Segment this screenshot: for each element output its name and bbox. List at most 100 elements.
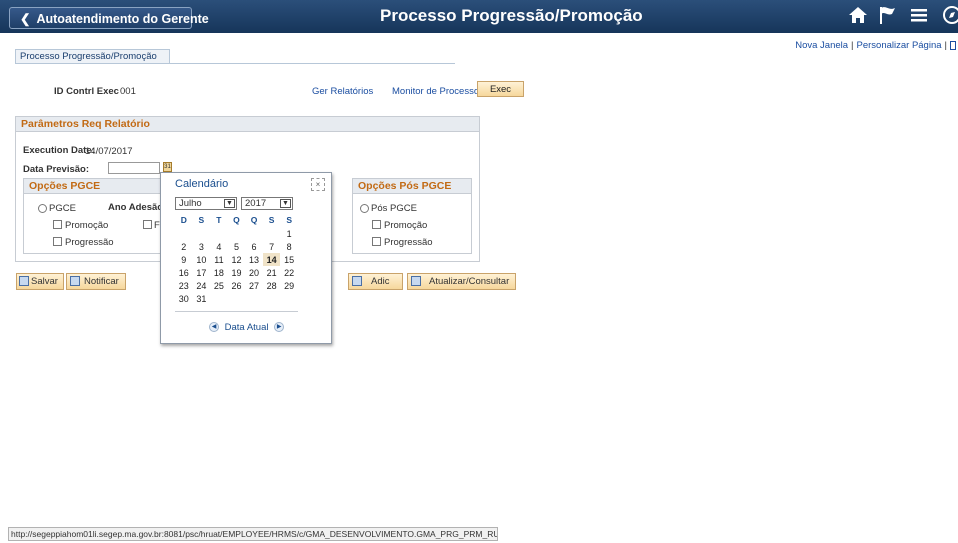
calendar-day[interactable]: 4 <box>210 240 228 253</box>
run-control-id-label: ID Contrl Exec <box>54 86 119 97</box>
calendar-day[interactable]: 19 <box>228 266 246 279</box>
calendar-day[interactable]: 21 <box>263 266 281 279</box>
pos-pgce-promocao-label: Promoção <box>384 220 428 231</box>
calendar-day[interactable]: 30 <box>175 292 193 305</box>
pos-pgce-radio[interactable] <box>360 204 369 213</box>
year-select-value: 2017 <box>245 198 267 209</box>
pgce-radio-label: PGCE <box>49 203 76 214</box>
atualizar-label: Atualizar/Consultar <box>429 276 510 287</box>
weekday-header: Q <box>250 215 258 225</box>
calendar-day[interactable]: 12 <box>228 253 246 266</box>
compass-icon[interactable] <box>942 5 958 31</box>
exec-button[interactable]: Exec <box>477 81 524 97</box>
tab-processo-progressao[interactable]: Processo Progressão/Promoção <box>15 49 170 63</box>
calendar-day[interactable]: 28 <box>263 279 281 292</box>
pgce-promocao-checkbox[interactable] <box>53 220 62 229</box>
data-atual-link[interactable]: Data Atual <box>225 322 269 333</box>
calendar-popup: Calendário × Julho ▼ 2017 ▼ DSTQQSS 1234… <box>160 172 332 344</box>
notificar-button[interactable]: Notificar <box>66 273 126 290</box>
chevron-down-icon: ▼ <box>280 199 291 208</box>
pgce-radio[interactable] <box>38 204 47 213</box>
personalizar-pagina-link[interactable]: Personalizar Página <box>857 40 942 51</box>
prev-icon[interactable]: ◀ <box>209 322 219 333</box>
monitor-processos-link[interactable]: Monitor de Processos <box>392 86 484 97</box>
chevron-down-icon: ▼ <box>224 199 235 208</box>
calendar-day[interactable]: 11 <box>210 253 228 266</box>
pgce-progressao-checkbox[interactable] <box>53 237 62 246</box>
weekday-header: D <box>180 215 187 225</box>
ger-relatorios-link[interactable]: Ger Relatórios <box>312 86 373 97</box>
notificar-label: Notificar <box>84 276 119 287</box>
link-separator: | <box>851 40 854 51</box>
calendar-icon[interactable]: 31 <box>163 162 172 172</box>
calendar-day[interactable]: 13 <box>245 253 263 266</box>
calendar-day[interactable]: 1 <box>280 227 298 240</box>
calendar-week: 2345678 <box>175 240 298 253</box>
page-options-icon[interactable] <box>950 40 956 50</box>
data-previsao-input[interactable] <box>108 162 160 174</box>
calendar-day[interactable]: 16 <box>175 266 193 279</box>
adic-label: Adic <box>371 276 390 287</box>
calendar-day[interactable]: 22 <box>280 266 298 279</box>
save-icon <box>19 276 29 287</box>
calendar-day[interactable]: 15 <box>280 253 298 266</box>
close-icon[interactable]: × <box>311 178 325 191</box>
calendar-day[interactable]: 10 <box>193 253 211 266</box>
calendar-day[interactable]: 29 <box>280 279 298 292</box>
data-previsao-label: Data Previsão: <box>23 164 90 175</box>
pgce-f-label: F <box>154 220 160 231</box>
header-bar: ❮ Autoatendimento do Gerente Processo Pro… <box>0 0 958 33</box>
calendar-empty-cell <box>263 292 281 305</box>
calendar-empty-cell <box>193 227 211 240</box>
pos-pgce-progressao-checkbox[interactable] <box>372 237 381 246</box>
opcoes-pgce-title: Opções PGCE <box>24 179 160 194</box>
calendar-empty-cell <box>210 292 228 305</box>
menu-icon[interactable] <box>910 5 928 31</box>
notify-icon <box>70 276 80 287</box>
calendar-day[interactable]: 26 <box>228 279 246 292</box>
calendar-day[interactable]: 24 <box>193 279 211 292</box>
calendar-day[interactable]: 27 <box>245 279 263 292</box>
calendar-empty-cell <box>263 227 281 240</box>
calendar-day[interactable]: 9 <box>175 253 193 266</box>
calendar-week: 9 10 11 12 13 14 15 <box>175 253 298 266</box>
calendar-grid: DSTQQSS 1 2 3 4 5 6 7 8 9 10 11 12 13 14 15 16 17 18 19 20 2… <box>175 213 298 305</box>
calendar-day[interactable]: 8 <box>280 240 298 253</box>
atualizar-consultar-button[interactable]: Atualizar/Consultar <box>407 273 516 290</box>
calendar-day[interactable]: 31 <box>193 292 211 305</box>
chevron-left-icon: ❮ <box>20 12 31 26</box>
weekday-header: S <box>286 215 293 225</box>
calendar-day[interactable]: 7 <box>263 240 281 253</box>
weekday-header: Q <box>233 215 240 225</box>
calendar-empty-cell <box>228 292 246 305</box>
calendar-day[interactable]: 18 <box>210 266 228 279</box>
calendar-day[interactable]: 3 <box>193 240 211 253</box>
calendar-empty-cell <box>228 227 246 240</box>
back-button-label: Autoatendimento do Gerente <box>36 12 209 26</box>
salvar-button[interactable]: Salvar <box>16 273 64 290</box>
pgce-f-checkbox[interactable] <box>143 220 152 229</box>
home-icon[interactable] <box>848 5 868 31</box>
calendar-empty-cell <box>210 227 228 240</box>
add-icon <box>352 276 362 287</box>
flag-icon[interactable] <box>878 5 896 31</box>
calendar-day[interactable]: 20 <box>245 266 263 279</box>
month-select[interactable]: Julho ▼ <box>175 197 237 210</box>
calendar-day[interactable]: 2 <box>175 240 193 253</box>
next-icon[interactable]: ▶ <box>274 322 285 333</box>
calendar-day[interactable]: 25 <box>210 279 228 292</box>
pos-pgce-promocao-checkbox[interactable] <box>372 220 381 229</box>
nova-janela-link[interactable]: Nova Janela <box>795 40 848 51</box>
year-select[interactable]: 2017 ▼ <box>241 197 293 210</box>
calendar-day[interactable]: 23 <box>175 279 193 292</box>
calendar-day[interactable]: 6 <box>245 240 263 253</box>
calendar-day[interactable]: 17 <box>193 266 211 279</box>
calendar-week: 1 <box>175 227 298 240</box>
adic-button[interactable]: Adic <box>348 273 403 290</box>
weekday-header: S <box>268 215 275 225</box>
calendar-week: 30 31 <box>175 292 298 305</box>
calendar-day[interactable]: 14 <box>262 253 281 266</box>
calendar-day[interactable]: 5 <box>228 240 246 253</box>
back-button[interactable]: ❮ Autoatendimento do Gerente <box>9 7 209 29</box>
weekday-header: T <box>216 215 222 225</box>
